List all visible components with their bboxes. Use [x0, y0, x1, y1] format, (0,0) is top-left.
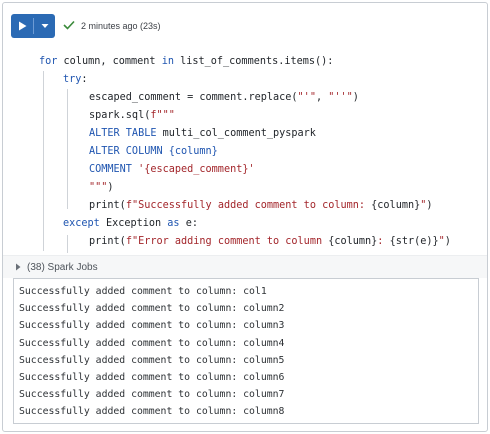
code-line[interactable]: print(f"Successfully added comment to co…: [89, 197, 433, 215]
code-token: ALTER COLUMN: [89, 146, 163, 157]
code-token: spark.sql(: [89, 110, 151, 121]
code-token: {column}: [328, 236, 378, 247]
checkmark-icon: [63, 17, 75, 35]
code-token: ALTER TABLE: [89, 128, 157, 139]
code-token: ,: [315, 92, 329, 103]
code-line[interactable]: for column, comment in list_of_comments.…: [39, 53, 333, 71]
code-token: multi_col_comment_pyspark: [156, 128, 316, 139]
run-status-text: 2 minutes ago (23s): [81, 21, 161, 31]
code-token: list_of_comments.items():: [173, 56, 334, 67]
output-line: Successfully added comment to column: co…: [19, 372, 285, 383]
cell-toolbar: 2 minutes ago (23s): [3, 3, 487, 43]
code-token: """: [89, 182, 108, 193]
output-line: Successfully added comment to column: co…: [19, 303, 285, 315]
code-token: {str(e)}: [389, 236, 439, 247]
code-token: ): [352, 92, 359, 103]
spark-jobs-label[interactable]: (38) Spark Jobs: [27, 262, 98, 273]
code-token: f""": [150, 110, 175, 121]
code-token: e:: [179, 218, 198, 229]
code-token: ): [107, 182, 114, 193]
code-token: print(: [89, 236, 126, 247]
code-token: "'": [297, 92, 316, 103]
code-token: ): [426, 200, 433, 211]
code-token: escaped_comment = comment.replace(: [89, 92, 298, 103]
code-token: Exception: [99, 218, 168, 229]
code-token: as: [167, 218, 180, 229]
output-line: Successfully added comment to column: co…: [19, 354, 285, 366]
code-line[interactable]: escaped_comment = comment.replace("'", "…: [89, 89, 359, 107]
indent-guide: [67, 89, 68, 209]
play-icon[interactable]: [11, 14, 33, 38]
code-token: except: [63, 218, 100, 229]
output-line: Successfully added comment to column: co…: [19, 389, 285, 401]
code-token: '{escaped_comment}': [138, 164, 255, 175]
output-line: Successfully added comment to column: co…: [19, 406, 285, 418]
indent-guide: [67, 235, 68, 253]
code-line[interactable]: """): [89, 179, 114, 197]
cell-run-status: 2 minutes ago (23s): [63, 16, 161, 36]
code-editor[interactable]: for column, comment in list_of_comments.…: [3, 49, 487, 253]
notebook-cell: 2 minutes ago (23s) for column, comment …: [2, 2, 488, 432]
output-line: Successfully added comment to column: co…: [19, 337, 285, 349]
code-token: try: [63, 74, 82, 85]
output-line: Successfully added comment to column: co…: [19, 320, 285, 332]
code-line[interactable]: COMMENT '{escaped_comment}': [89, 161, 255, 179]
run-cell-button[interactable]: [11, 14, 55, 38]
code-line[interactable]: print(f"Error adding comment to column {…: [89, 233, 451, 251]
chevron-down-icon[interactable]: [34, 14, 55, 38]
output-line: Successfully added comment to column: co…: [19, 286, 267, 297]
code-token: in: [161, 56, 174, 67]
code-token: column, comment: [57, 56, 162, 67]
code-line[interactable]: spark.sql(f""": [89, 107, 175, 125]
code-token: "''": [328, 92, 353, 103]
code-token: :: [377, 236, 390, 247]
code-token: ): [444, 236, 451, 247]
code-token: {column}: [371, 200, 421, 211]
spark-jobs-toggle[interactable]: (38) Spark Jobs: [3, 255, 487, 278]
indent-guide: [43, 71, 44, 251]
code-line[interactable]: ALTER COLUMN {column}: [89, 143, 218, 161]
code-token: COMMENT: [89, 164, 132, 175]
chevron-right-icon[interactable]: [15, 262, 23, 272]
cell-output: Successfully added comment to column: co…: [13, 278, 479, 424]
code-token: {column}: [168, 146, 218, 157]
code-token: :: [81, 74, 88, 85]
code-line[interactable]: ALTER TABLE multi_col_comment_pyspark: [89, 125, 316, 143]
code-token: print(: [89, 200, 126, 211]
code-token: f"Successfully added comment to column:: [125, 200, 372, 211]
code-line[interactable]: except Exception as e:: [63, 215, 198, 233]
code-token: f"Error adding comment to column: [125, 236, 329, 247]
code-line[interactable]: try:: [63, 71, 88, 89]
code-token: for: [39, 56, 58, 67]
